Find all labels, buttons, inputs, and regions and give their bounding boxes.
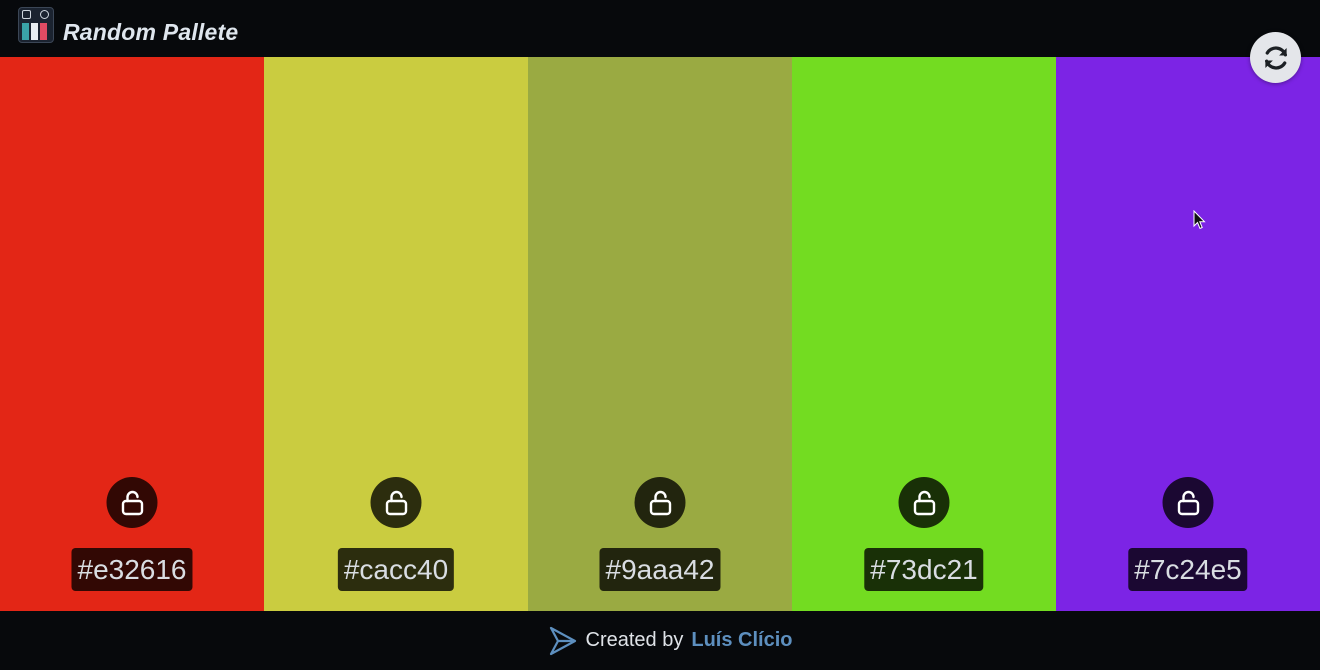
color-column: #cacc40 (264, 57, 528, 611)
color-column: #7c24e5 (1056, 57, 1320, 611)
unlocked-padlock-icon (649, 490, 671, 515)
lock-toggle-button[interactable] (370, 477, 422, 528)
unlocked-padlock-icon (121, 490, 143, 515)
hex-code-label[interactable]: #e32616 (71, 548, 193, 591)
mouse-cursor-icon (1193, 210, 1206, 230)
app-title: Random Pallete (63, 19, 239, 45)
hex-code-label[interactable]: #9aaa42 (599, 548, 721, 591)
hex-code-label[interactable]: #7c24e5 (1128, 548, 1248, 591)
color-column: #73dc21 (792, 57, 1056, 611)
color-column: #9aaa42 (528, 57, 792, 611)
author-logo-icon (549, 626, 576, 655)
footer: Created by Luís Clício (0, 611, 1320, 670)
unlocked-padlock-icon (385, 490, 407, 515)
palette: #e32616 #cacc40 #9aaa42 #73dc21 #7c24e5 (0, 57, 1320, 611)
footer-credit-text: Created by (585, 629, 684, 651)
unlocked-padlock-icon (913, 490, 935, 515)
app-logo (18, 7, 54, 43)
lock-toggle-button[interactable] (634, 477, 686, 528)
refresh-button[interactable] (1250, 32, 1301, 83)
lock-toggle-button[interactable] (898, 477, 950, 528)
hex-code-label[interactable]: #73dc21 (864, 548, 984, 591)
lock-toggle-button[interactable] (106, 477, 158, 528)
author-link[interactable]: Luís Clício (691, 629, 792, 652)
app-header: Random Pallete (0, 0, 1320, 57)
color-column: #e32616 (0, 57, 264, 611)
lock-toggle-button[interactable] (1162, 477, 1214, 528)
hex-code-label[interactable]: #cacc40 (337, 548, 455, 591)
unlocked-padlock-icon (1177, 490, 1199, 515)
refresh-icon (1264, 45, 1287, 70)
